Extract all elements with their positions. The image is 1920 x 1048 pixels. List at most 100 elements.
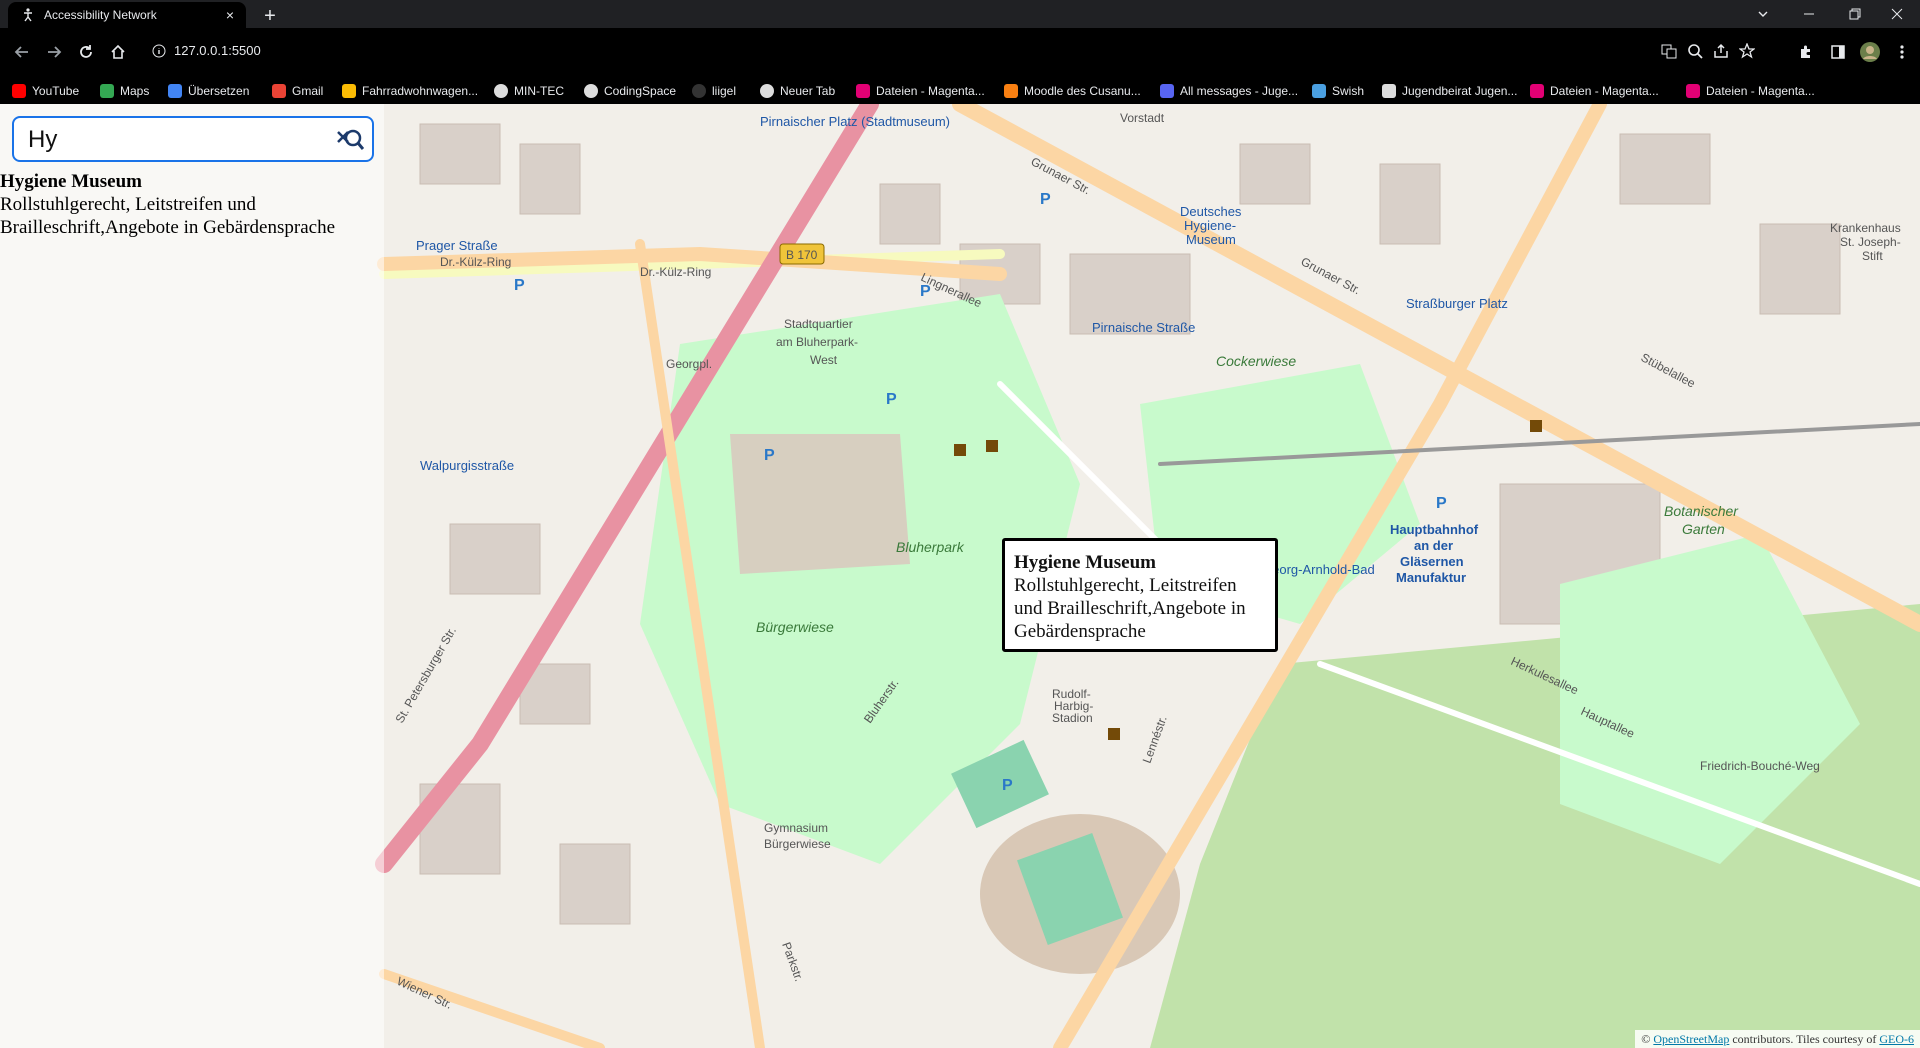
magenta-cloud-icon [1686,84,1700,98]
bookmark-label: Dateien - Magenta... [876,84,985,98]
zoom-icon[interactable] [1686,42,1704,60]
svg-text:Dr.-Külz-Ring: Dr.-Külz-Ring [640,265,711,279]
svg-text:Cockerwiese: Cockerwiese [1216,353,1296,369]
browser-tab[interactable]: Accessibility Network × [8,2,246,28]
bookmark-item[interactable]: Moodle des Cusanu... [1004,82,1141,100]
bookmark-item[interactable]: CodingSpace [584,82,676,100]
bookmark-label: Fahrradwohnwagen... [362,84,479,98]
bookmark-item[interactable]: Dateien - Magenta... [1530,82,1659,100]
tab-strip: Accessibility Network × + [0,0,1920,28]
svg-text:am Bluherpark-: am Bluherpark- [776,335,858,349]
home-icon[interactable] [106,40,130,64]
svg-text:Stadtquartier: Stadtquartier [784,317,853,331]
bookmark-label: liigel [712,84,737,98]
magenta-cloud-icon [1530,84,1544,98]
site-info-icon[interactable] [150,42,168,60]
bookmark-item[interactable]: Übersetzen [168,82,249,100]
result-description: Rollstuhlgerecht, Leitstreifen und Brail… [0,194,336,238]
search-input[interactable] [28,126,328,154]
geo6-link[interactable]: GEO-6 [1879,1032,1914,1046]
popup-title: Hygiene Museum [1014,552,1156,573]
bookmark-label: Übersetzen [188,84,250,98]
profile-avatar[interactable] [1858,40,1882,64]
globe-icon [692,84,706,98]
page-content: Vorstadt Grunaer Str. Grunaer Str. Pirna… [0,104,1920,1048]
bookmark-label: Dateien - Magenta... [1550,84,1659,98]
bookmark-item[interactable]: All messages - Juge... [1160,82,1298,100]
minimize-icon[interactable] [1786,0,1832,28]
bookmark-item[interactable]: Fahrradwohnwagen... [342,82,478,100]
address-bar[interactable]: 127.0.0.1:5500 [138,34,1755,68]
maps-icon [100,84,114,98]
svg-text:Gläsernen: Gläsernen [1400,554,1464,569]
svg-text:Hygiene-: Hygiene- [1184,218,1236,233]
result-item[interactable]: Hygiene Museum Rollstuhlgerecht, Leitstr… [0,170,380,239]
bookmark-label: Dateien - Magenta... [1706,84,1815,98]
svg-text:P: P [1436,495,1447,512]
svg-text:West: West [810,353,838,367]
map-popup[interactable]: Hygiene Museum Rollstuhlgerecht, Leitstr… [1002,538,1278,652]
bookmark-item[interactable]: YouTube [12,82,79,100]
swish-icon [1312,84,1326,98]
bookmark-item[interactable]: Jugendbeirat Jugen... [1382,82,1517,100]
svg-text:Georgpl.: Georgpl. [666,357,712,371]
bookmark-item[interactable]: Maps [100,82,149,100]
gmail-icon [272,84,286,98]
popup-description: Rollstuhlgerecht, Leitstreifen und Brail… [1014,575,1246,642]
share-icon[interactable] [1712,42,1730,60]
svg-text:B 170: B 170 [786,248,818,262]
bookmark-star-icon[interactable] [1738,42,1756,60]
reload-icon[interactable] [74,40,98,64]
new-tab-button[interactable]: + [258,4,282,28]
moodle-icon [1004,84,1018,98]
back-icon[interactable] [10,40,34,64]
svg-text:Bürgerwiese: Bürgerwiese [756,619,834,635]
svg-text:Prager Straße: Prager Straße [416,238,498,253]
svg-text:Pirnaischer Platz (Stadtmuseum: Pirnaischer Platz (Stadtmuseum) [760,114,950,129]
extensions-icon[interactable] [1794,40,1818,64]
globe-icon [760,84,774,98]
svg-text:P: P [1040,191,1051,208]
bookmark-label: Neuer Tab [780,84,836,98]
close-window-icon[interactable] [1874,0,1920,28]
search-results: Hygiene Museum Rollstuhlgerecht, Leitstr… [0,170,380,239]
restore-icon[interactable] [1832,0,1878,28]
svg-text:Friedrich-Bouché-Weg: Friedrich-Bouché-Weg [1700,759,1820,773]
svg-text:Stift: Stift [1862,249,1883,263]
svg-text:Krankenhaus: Krankenhaus [1830,221,1901,235]
svg-text:P: P [764,447,775,464]
globe-icon [494,84,508,98]
address-url: 127.0.0.1:5500 [174,43,261,58]
forward-icon[interactable] [42,40,66,64]
svg-text:P: P [886,391,897,408]
side-panel-icon[interactable] [1826,40,1850,64]
bookmark-label: Swish [1332,84,1365,98]
bookmark-item[interactable]: Neuer Tab [760,82,835,100]
bookmark-item[interactable]: MIN-TEC [494,82,564,100]
tab-close-icon[interactable]: × [222,7,238,23]
svg-text:Museum: Museum [1186,232,1236,247]
bookmark-item[interactable]: Gmail [272,82,323,100]
bookmark-item[interactable]: liigel [692,82,736,100]
attribution-prefix: © [1641,1032,1654,1046]
bookmark-item[interactable]: Swish [1312,82,1364,100]
browser-toolbar: 127.0.0.1:5500 [0,28,1920,76]
svg-text:Dr.-Külz-Ring: Dr.-Külz-Ring [440,255,511,269]
bookmark-item[interactable]: Dateien - Magenta... [856,82,985,100]
osm-link[interactable]: OpenStreetMap [1653,1032,1729,1046]
translate-icon[interactable] [1660,42,1678,60]
svg-text:Bluherpark: Bluherpark [896,539,965,555]
bookmark-label: Maps [120,84,150,98]
bookmark-label: MIN-TEC [514,84,564,98]
svg-text:Bürgerwiese: Bürgerwiese [764,837,831,851]
svg-text:Straßburger Platz: Straßburger Platz [1406,296,1508,311]
svg-text:an der: an der [1414,538,1453,553]
tab-search-icon[interactable] [1740,0,1786,28]
menu-icon[interactable] [1890,40,1914,64]
clear-search-icon[interactable] [336,127,364,153]
svg-text:Pirnaische Straße: Pirnaische Straße [1092,320,1195,335]
bookmark-item[interactable]: Dateien - Magenta... [1686,82,1815,100]
bookmark-label: Gmail [292,84,324,98]
accessibility-icon [20,7,36,23]
bookmark-label: CodingSpace [604,84,677,98]
